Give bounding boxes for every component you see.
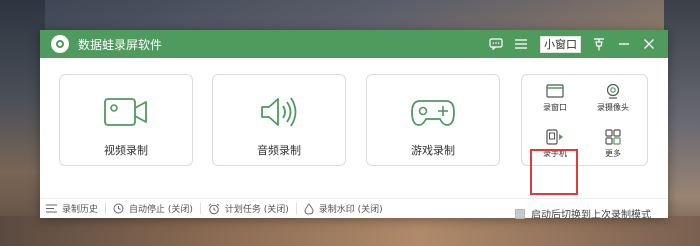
footer-divider xyxy=(105,203,107,214)
desktop-wallpaper-left xyxy=(0,0,45,246)
alarm-icon xyxy=(208,203,220,215)
close-icon[interactable] xyxy=(638,33,660,55)
app-logo-icon xyxy=(51,35,69,53)
phone-icon xyxy=(546,129,564,145)
game-record-label: 游戏录制 xyxy=(411,144,455,157)
clock-icon xyxy=(113,203,124,214)
grid-icon xyxy=(605,129,621,145)
audio-record-card[interactable]: 音频录制 xyxy=(212,74,346,166)
title-controls: 小窗口 xyxy=(482,30,660,58)
record-phone-highlight xyxy=(530,149,578,195)
footer-divider xyxy=(199,203,201,214)
list-icon xyxy=(46,204,57,213)
droplet-icon xyxy=(304,202,314,215)
scheduled-task-label: 计划任务 (关闭) xyxy=(224,205,289,215)
record-window-label: 录窗口 xyxy=(543,103,567,112)
auto-stop-button[interactable]: 自动停止 (关闭) xyxy=(113,202,193,215)
watermark-button[interactable]: 录制水印 (关闭) xyxy=(304,202,383,215)
video-record-label: 视频录制 xyxy=(104,144,148,157)
app-title: 数据蛙录屏软件 xyxy=(78,37,163,52)
webcam-icon xyxy=(605,83,621,99)
speaker-icon xyxy=(258,94,300,130)
pin-icon[interactable] xyxy=(588,33,610,55)
record-history-button[interactable]: 录制历史 xyxy=(46,202,98,215)
record-history-label: 录制历史 xyxy=(62,205,99,215)
record-webcam-button[interactable]: 录摄像头 xyxy=(588,77,638,117)
auto-stop-label: 自动停止 (关闭) xyxy=(129,205,193,215)
mini-window-button[interactable]: 小窗口 xyxy=(540,35,581,53)
watermark-label: 录制水印 (关闭) xyxy=(318,205,383,215)
video-record-card[interactable]: 视频录制 xyxy=(59,74,193,166)
main-content: 视频录制 音频录制 游戏录制 录窗口 录摄像头 录手机 更多 启动后切换到上次录… xyxy=(40,58,668,221)
record-webcam-label: 录摄像头 xyxy=(597,103,629,112)
game-record-card[interactable]: 游戏录制 xyxy=(366,74,500,166)
menu-icon[interactable] xyxy=(510,33,532,55)
footer-divider xyxy=(295,203,297,214)
more-label: 更多 xyxy=(605,149,621,158)
video-camera-icon xyxy=(103,94,149,130)
window-icon xyxy=(546,83,564,99)
feedback-icon[interactable] xyxy=(485,33,507,55)
footer-bar: 录制历史 自动停止 (关闭) 计划任务 (关闭) 录制水印 (关闭) xyxy=(40,198,668,218)
scheduled-task-button[interactable]: 计划任务 (关闭) xyxy=(208,202,289,215)
audio-record-label: 音频录制 xyxy=(257,144,301,157)
app-window: 数据蛙录屏软件 小窗口 视频录制 音频录制 游戏录制 录窗口 录摄像头 录手机 … xyxy=(40,30,668,221)
minimize-icon[interactable] xyxy=(613,33,635,55)
record-window-button[interactable]: 录窗口 xyxy=(530,77,580,117)
desktop-wallpaper-right xyxy=(664,0,700,246)
gamepad-icon xyxy=(410,94,456,130)
more-button[interactable]: 更多 xyxy=(588,123,638,163)
title-bar[interactable]: 数据蛙录屏软件 小窗口 xyxy=(40,30,668,58)
